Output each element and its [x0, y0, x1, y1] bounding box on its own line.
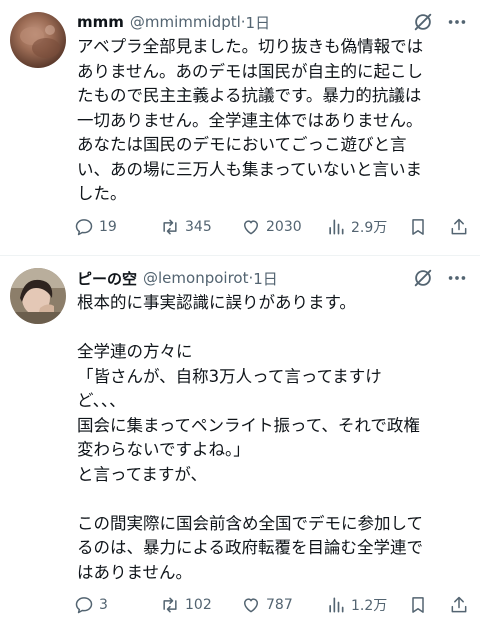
- post-time[interactable]: 1日: [246, 12, 271, 33]
- heart-icon: [244, 598, 258, 613]
- share-icon[interactable]: [449, 215, 474, 239]
- reply-icon: [75, 597, 93, 614]
- reply-button[interactable]: 19: [74, 215, 117, 239]
- views-icon: [329, 597, 344, 613]
- reply-count: 19: [99, 219, 117, 235]
- avatar-photo-icon: [10, 12, 66, 68]
- repost-button[interactable]: 345: [160, 215, 212, 239]
- avatar[interactable]: [10, 12, 66, 68]
- author-name[interactable]: mmm: [77, 13, 124, 31]
- share-icon[interactable]: [449, 593, 474, 617]
- post-divider: [0, 255, 480, 256]
- view-count: 1.2万: [351, 598, 388, 614]
- repost-icon: [163, 597, 177, 613]
- repost-icon: [163, 219, 177, 235]
- repost-button[interactable]: 102: [160, 593, 212, 617]
- repost-count: 102: [185, 597, 212, 613]
- author-handle[interactable]: @lemonpoirot: [143, 269, 248, 287]
- view-count: 2.9万: [351, 220, 388, 236]
- post-header: mmm @mmimmidptl · 1日: [77, 10, 270, 34]
- more-options-icon[interactable]: [446, 267, 468, 289]
- views-button[interactable]: 1.2万: [326, 593, 387, 617]
- reply-count: 3: [99, 597, 108, 613]
- like-button[interactable]: 2030: [241, 215, 302, 239]
- views-icon: [329, 219, 344, 235]
- avatar[interactable]: [10, 268, 66, 324]
- author-handle[interactable]: @mmimmidptl: [130, 13, 241, 31]
- grok-icon[interactable]: [412, 11, 434, 33]
- bookmark-icon[interactable]: [408, 215, 433, 239]
- bookmark-icon[interactable]: [408, 593, 433, 617]
- post-time[interactable]: 1日: [253, 268, 278, 289]
- action-bar: 19 345 2030 2.9万: [74, 215, 478, 239]
- post-header: ピーの空 @lemonpoirot · 1日: [77, 266, 278, 290]
- author-name[interactable]: ピーの空: [77, 268, 137, 289]
- more-options-icon[interactable]: [446, 11, 468, 33]
- like-button[interactable]: 787: [241, 593, 293, 617]
- post-text: 根本的に事実認識に誤りがあります。 全学連の方々に 「皆さんが、自称3万人って言…: [77, 293, 424, 582]
- action-bar: 3 102 787 1.2万: [74, 593, 478, 617]
- repost-count: 345: [185, 219, 212, 235]
- avatar-photo-icon: [10, 268, 66, 324]
- grok-icon[interactable]: [412, 267, 434, 289]
- like-count: 2030: [266, 219, 302, 235]
- reply-button[interactable]: 3: [74, 593, 108, 617]
- heart-icon: [244, 220, 258, 235]
- post-text: アベプラ全部見ました。切り抜きも偽情報では ありません。あのデモは国民が自主的に…: [77, 37, 424, 203]
- like-count: 787: [266, 597, 293, 613]
- reply-icon: [75, 219, 93, 236]
- views-button[interactable]: 2.9万: [326, 215, 387, 239]
